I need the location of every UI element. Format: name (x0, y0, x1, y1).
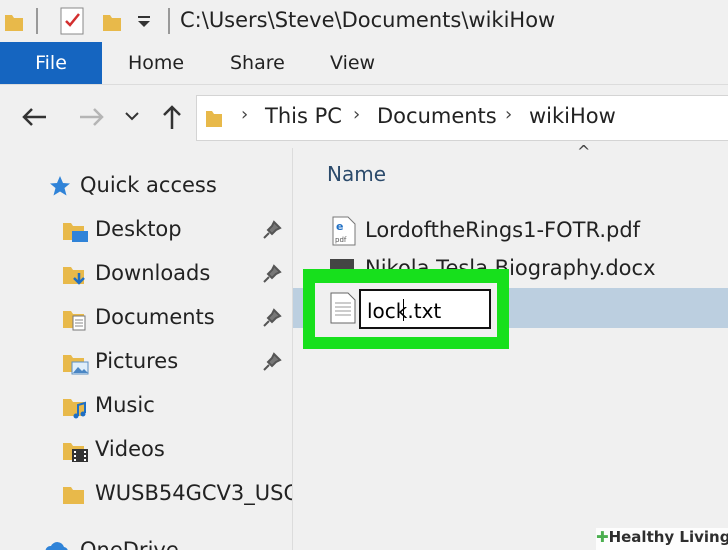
nav-item-wusb-folder[interactable]: WUSB54GCV3_USCA (0, 474, 292, 514)
tab-share[interactable]: Share (230, 52, 285, 74)
star-icon (50, 176, 70, 196)
tab-file[interactable]: File (0, 42, 102, 84)
watermark-text: Healthy Living (608, 528, 728, 546)
forward-arrow-icon[interactable] (78, 105, 106, 129)
nav-item-onedrive[interactable]: OneDrive (0, 530, 292, 550)
recent-locations-chevron-icon[interactable] (124, 111, 140, 123)
nav-label: Music (95, 393, 155, 417)
pictures-folder-icon (63, 355, 89, 375)
svg-text:pdf: pdf (335, 236, 347, 244)
address-bar[interactable]: › This PC › Documents › wikiHow (196, 95, 728, 141)
folder-icon (63, 487, 84, 504)
file-list: ^ Name e pdf LordoftheRings1-FOTR.pdf vm… (293, 142, 728, 550)
column-header-name[interactable]: Name (327, 162, 386, 186)
rename-input[interactable]: lock.txt (359, 289, 491, 329)
videos-folder-icon (63, 443, 88, 462)
watermark: ✚Healthy Living (596, 528, 728, 550)
nav-label: Quick access (80, 173, 217, 197)
nav-label: Downloads (95, 261, 211, 285)
music-folder-icon (63, 399, 86, 419)
tab-home[interactable]: Home (128, 52, 184, 74)
breadcrumb-documents[interactable]: Documents (377, 104, 497, 128)
nav-label: Documents (95, 305, 215, 329)
nav-label: WUSB54GCV3_USCA (95, 481, 292, 505)
file-name: LordoftheRings1-FOTR.pdf (365, 218, 641, 242)
nav-item-documents[interactable]: Documents (0, 298, 292, 338)
customize-toolbar-icon[interactable] (136, 14, 152, 30)
nav-item-quick-access[interactable]: Quick access (0, 166, 292, 206)
text-file-icon (330, 292, 356, 324)
nav-item-downloads[interactable]: Downloads (0, 254, 292, 294)
nav-item-music[interactable]: Music (0, 386, 292, 426)
nav-label: Videos (95, 437, 165, 461)
nav-item-videos[interactable]: Videos (0, 430, 292, 470)
back-arrow-icon[interactable] (20, 105, 48, 129)
nav-item-desktop[interactable]: Desktop (0, 210, 292, 250)
folder-icon[interactable] (4, 10, 24, 32)
ribbon: File Home Share View (0, 42, 728, 84)
desktop-folder-icon (63, 223, 88, 242)
navigation-pane: Quick access Desktop Downloads Documents (0, 148, 292, 550)
breadcrumb-wikihow[interactable]: wikiHow (529, 104, 616, 128)
pin-icon[interactable] (262, 264, 282, 284)
documents-folder-icon (63, 311, 86, 331)
up-arrow-icon[interactable] (160, 103, 184, 131)
new-folder-icon[interactable] (102, 10, 122, 32)
chevron-right-icon[interactable]: › (505, 104, 512, 125)
chevron-right-icon[interactable]: › (353, 104, 360, 125)
nav-label: OneDrive (80, 538, 179, 550)
pin-icon[interactable] (262, 352, 282, 372)
svg-text:e: e (336, 220, 343, 233)
tab-view[interactable]: View (330, 52, 375, 74)
pin-icon[interactable] (262, 220, 282, 240)
pin-icon[interactable] (262, 308, 282, 328)
chevron-right-icon[interactable]: › (241, 104, 248, 125)
nav-label: Desktop (95, 217, 182, 241)
file-row[interactable]: e pdf LordoftheRings1-FOTR.pdf (293, 212, 728, 252)
nav-label: Pictures (95, 349, 179, 373)
rename-input-value: lock.txt (367, 299, 442, 323)
cross-logo-icon: ✚ (596, 528, 609, 546)
sort-ascending-icon: ^ (577, 142, 591, 161)
text-caret (403, 299, 404, 321)
cloud-icon (45, 542, 68, 550)
downloads-folder-icon (63, 267, 85, 285)
properties-checklist-icon[interactable] (58, 6, 86, 36)
folder-icon (206, 111, 222, 127)
breadcrumb-this-pc[interactable]: This PC (265, 104, 342, 128)
title-bar: C:\Users\Steve\Documents\wikiHow (0, 0, 728, 42)
pdf-file-icon: e pdf (332, 216, 356, 246)
nav-item-pictures[interactable]: Pictures (0, 342, 292, 382)
navigation-bar: › This PC › Documents › wikiHow (0, 84, 728, 149)
window-title: C:\Users\Steve\Documents\wikiHow (180, 8, 556, 32)
